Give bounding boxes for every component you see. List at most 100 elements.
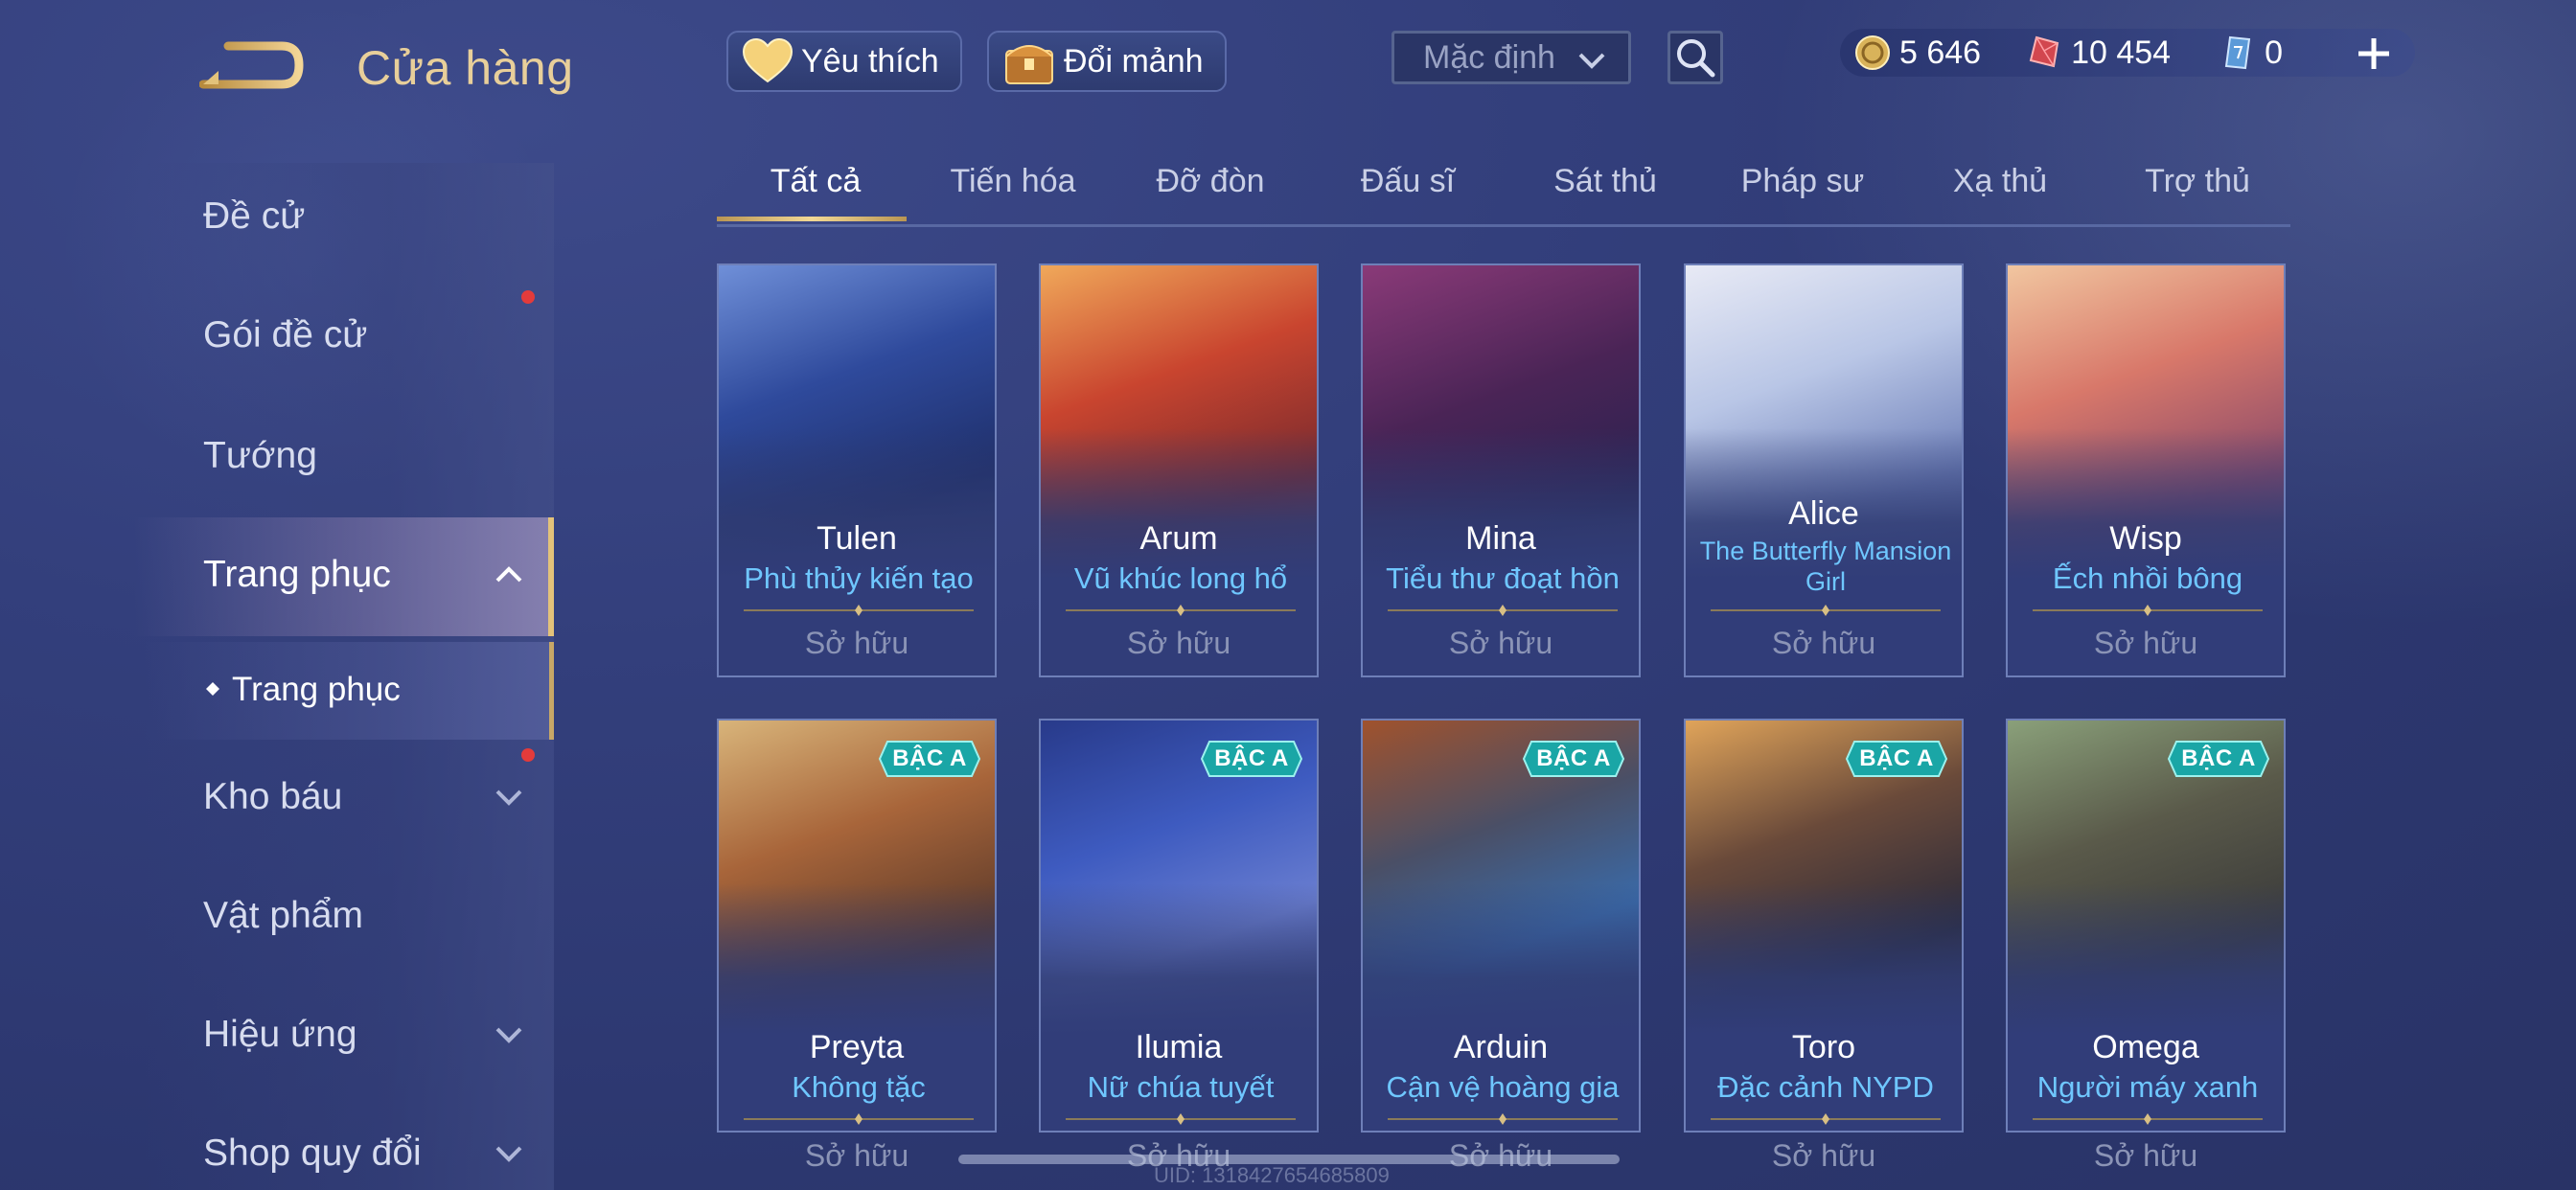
- favorites-label: Yêu thích: [801, 42, 939, 80]
- grade-label: BẬC A: [892, 745, 967, 771]
- owned-label: Sở hữu: [1771, 1138, 1876, 1173]
- gold-balance: 5 646: [1853, 34, 1981, 72]
- owned-label: Sở hữu: [1448, 626, 1553, 660]
- hero-name: Arum: [1139, 520, 1218, 557]
- divider-ornament: [1711, 605, 1941, 616]
- sidebar-item-heroes[interactable]: Tướng: [203, 435, 317, 477]
- sort-value: Mặc định: [1423, 38, 1555, 76]
- divider-ornament: [2033, 605, 2263, 616]
- owned-label: Sở hữu: [2093, 1138, 2198, 1173]
- skin-name: The Butterfly Mansion Girl: [1699, 537, 1952, 596]
- sidebar-item-skins-label: Trang phục: [203, 554, 391, 595]
- skin-name: Cận vệ hoàng gia: [1386, 1070, 1620, 1104]
- sidebar-subitem-skins-label: Trang phục: [232, 671, 401, 708]
- grade-label: BẬC A: [1859, 745, 1934, 771]
- chest-icon: [1005, 45, 1053, 84]
- tab-mage[interactable]: Pháp sư: [1704, 163, 1901, 200]
- grade-badge: BẬC A: [1522, 740, 1625, 778]
- category-tabs: Tất cả Tiến hóa Đỡ đòn Đấu sĩ Sát thủ Ph…: [717, 153, 2290, 227]
- hero-name: Mina: [1465, 520, 1536, 557]
- heart-icon: [742, 37, 794, 83]
- skin-name: Phù thủy kiến tạo: [744, 561, 974, 595]
- skin-card[interactable]: Wisp Ếch nhồi bông Sở hữu: [2006, 263, 2286, 677]
- skin-card[interactable]: BẬC A Toro Đặc cảnh NYPD: [1684, 719, 1964, 1133]
- skin-card[interactable]: BẬC A Preyta Không tặc: [717, 719, 997, 1133]
- sidebar-item-recommended[interactable]: Đề cử: [203, 195, 305, 238]
- chevron-up-icon: [495, 566, 522, 583]
- sidebar-item-items[interactable]: Vật phẩm: [203, 895, 363, 937]
- ruby-balance: 10 454: [2025, 34, 2171, 72]
- notification-dot: [521, 290, 535, 304]
- favorites-button[interactable]: Yêu thích: [726, 31, 962, 92]
- tab-assassin[interactable]: Sát thủ: [1506, 163, 1704, 200]
- sidebar: Đề cử Gói đề cử Tướng Trang phục Trang p…: [0, 163, 556, 1190]
- tab-tank[interactable]: Đỡ đòn: [1112, 163, 1309, 200]
- currency-bar: 5 646 10 454 0: [1840, 29, 2415, 77]
- tab-evolution[interactable]: Tiến hóa: [914, 163, 1112, 200]
- chevron-down-icon: [1578, 53, 1605, 69]
- ruby-value: 10 454: [2071, 34, 2172, 71]
- hero-name: Toro: [1791, 1029, 1856, 1065]
- page-title: Cửa hàng: [356, 41, 574, 95]
- sidebar-item-exchange-shop[interactable]: Shop quy đổi: [203, 1133, 422, 1175]
- voucher-value: 0: [2265, 34, 2284, 71]
- hero-name: Alice: [1788, 495, 1859, 532]
- back-button[interactable]: [198, 34, 307, 96]
- hero-name: Wisp: [2109, 520, 2182, 557]
- sort-dropdown[interactable]: Mặc định: [1392, 31, 1631, 84]
- hero-name: Preyta: [809, 1029, 905, 1065]
- skin-name: Nữ chúa tuyết: [1087, 1070, 1275, 1104]
- search-icon: [1677, 39, 1715, 78]
- tab-marksman[interactable]: Xạ thủ: [1901, 163, 2099, 200]
- skin-card[interactable]: BẬC A Ilumia Nữ chúa tuyết: [1039, 719, 1319, 1133]
- skin-name: Ếch nhồi bông: [2052, 561, 2243, 595]
- tab-all[interactable]: Tất cả: [717, 163, 914, 200]
- tab-warrior[interactable]: Đấu sĩ: [1309, 163, 1506, 200]
- diamond-bullet-icon: [206, 682, 219, 696]
- back-arrow-icon: [198, 41, 304, 89]
- owned-label: Sở hữu: [804, 1138, 909, 1173]
- divider-ornament: [2033, 1113, 2263, 1125]
- voucher-balance: 0: [2219, 34, 2283, 72]
- grade-badge: BẬC A: [1845, 740, 1948, 778]
- owned-label: Sở hữu: [2093, 626, 2198, 660]
- grade-label: BẬC A: [1214, 745, 1289, 771]
- owned-label: Sở hữu: [1771, 626, 1876, 660]
- shard-exchange-button[interactable]: Đổi mảnh: [987, 31, 1227, 92]
- divider-ornament: [1711, 1113, 1941, 1125]
- chevron-down-icon: [495, 790, 522, 806]
- grade-badge: BẬC A: [1200, 740, 1303, 778]
- skin-card[interactable]: BẬC A Omega Người máy xanh: [2006, 719, 2286, 1133]
- divider-ornament: [744, 1113, 974, 1125]
- chevron-down-icon: [495, 1027, 522, 1043]
- sidebar-item-recommended-packs[interactable]: Gói đề cử: [203, 314, 367, 356]
- divider-ornament: [744, 605, 974, 616]
- tab-support[interactable]: Trợ thủ: [2099, 163, 2296, 200]
- search-button[interactable]: [1668, 31, 1723, 84]
- user-id: UID: 1318427654685809: [1154, 1163, 1390, 1187]
- hero-name: Ilumia: [1135, 1029, 1223, 1065]
- skin-card[interactable]: Mina Tiểu thư đoạt hồn Sở hữu: [1361, 263, 1641, 677]
- skin-card[interactable]: BẬC A Arduin Cận vệ hoàng gia: [1361, 719, 1641, 1133]
- add-currency-button[interactable]: [2350, 27, 2398, 80]
- hero-name: Tulen: [816, 520, 897, 557]
- skin-name: Người máy xanh: [2036, 1070, 2259, 1104]
- sidebar-item-treasure[interactable]: Kho báu: [203, 776, 342, 818]
- skin-card[interactable]: Alice The Butterfly Mansion Girl Sở hữu: [1684, 263, 1964, 677]
- skin-name: Không tặc: [792, 1070, 926, 1104]
- sidebar-item-effects[interactable]: Hiệu ứng: [203, 1014, 357, 1056]
- grade-label: BẬC A: [2181, 745, 2256, 771]
- hero-name: Omega: [2092, 1029, 2199, 1065]
- skin-card[interactable]: Arum Vũ khúc long hổ Sở hữu: [1039, 263, 1319, 677]
- owned-label: Sở hữu: [804, 626, 909, 660]
- divider-ornament: [1066, 605, 1296, 616]
- plus-icon: [2358, 38, 2389, 69]
- divider-ornament: [1388, 605, 1618, 616]
- notification-dot: [521, 748, 535, 762]
- shard-label: Đổi mảnh: [1064, 42, 1204, 80]
- skin-name: Vũ khúc long hổ: [1073, 561, 1288, 595]
- gold-value: 5 646: [1899, 34, 1982, 71]
- grade-badge: BẬC A: [878, 740, 981, 778]
- skin-card[interactable]: Tulen Phù thủy kiến tạo Sở hữu: [717, 263, 997, 677]
- gold-coin-icon: [1855, 35, 1890, 70]
